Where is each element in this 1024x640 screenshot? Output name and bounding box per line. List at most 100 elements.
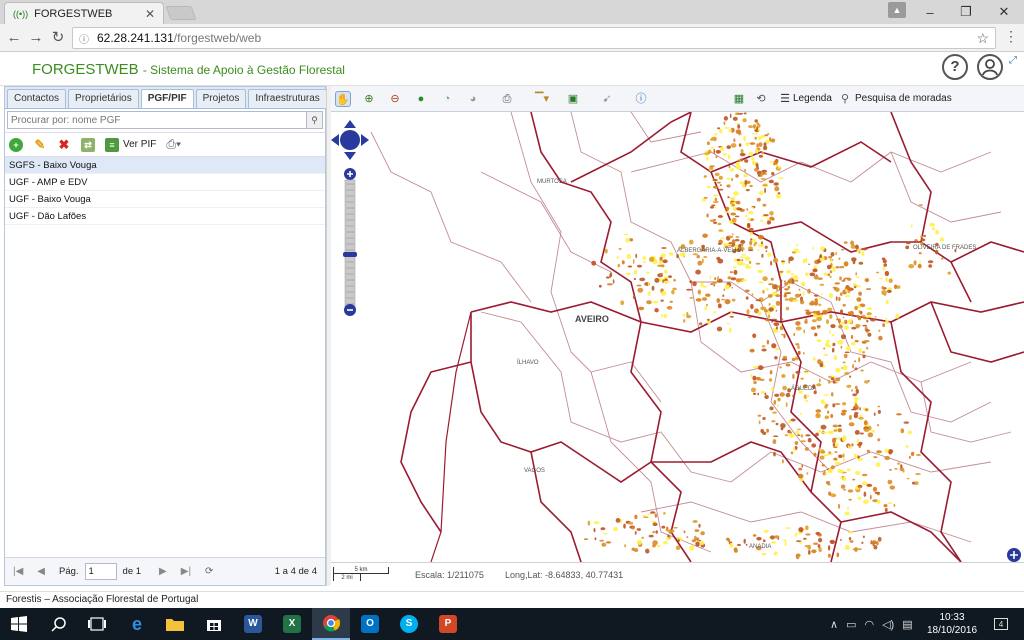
tab-proprietarios[interactable]: Proprietários bbox=[68, 89, 139, 108]
forward-icon[interactable]: → bbox=[26, 28, 46, 48]
pan-hand-icon[interactable]: ✋ bbox=[335, 91, 351, 107]
restore-icon[interactable]: ❐ bbox=[948, 0, 984, 24]
address-search-icon[interactable]: ⚲ bbox=[837, 91, 853, 107]
print-map-icon[interactable]: ⎙ bbox=[499, 91, 515, 107]
zoom-slider-handle[interactable] bbox=[343, 252, 357, 257]
excel-export-icon[interactable]: ▦ bbox=[731, 91, 747, 107]
forest-patch bbox=[758, 243, 765, 248]
outlook-icon[interactable]: O bbox=[351, 608, 389, 640]
excel-icon[interactable]: X bbox=[273, 608, 311, 640]
last-page-icon[interactable]: ▶| bbox=[181, 566, 191, 577]
tab-projetos[interactable]: Projetos bbox=[195, 89, 247, 108]
legend-button[interactable]: Legenda bbox=[793, 93, 832, 104]
forest-patch bbox=[748, 151, 754, 157]
legend-icon[interactable]: ☰ bbox=[777, 91, 793, 107]
zoom-out-icon[interactable]: ⊖ bbox=[387, 91, 403, 107]
bookmark-star-icon[interactable]: ☆ bbox=[976, 30, 989, 47]
forest-patch bbox=[661, 290, 667, 296]
pan-control-icon[interactable] bbox=[331, 120, 369, 160]
refresh-icon[interactable]: ⟳ bbox=[205, 566, 213, 577]
list-item[interactable]: UGF - Baixo Vouga bbox=[5, 191, 325, 208]
chrome-icon[interactable] bbox=[312, 608, 350, 640]
word-icon[interactable]: W bbox=[234, 608, 272, 640]
address-search-button[interactable]: Pesquisa de moradas bbox=[855, 93, 952, 104]
forest-patch bbox=[800, 281, 806, 287]
browser-tab[interactable]: ((•)) FORGESTWEB ✕ bbox=[4, 2, 164, 24]
wifi-icon[interactable]: ◠ bbox=[864, 618, 874, 631]
help-icon[interactable]: ? bbox=[942, 54, 968, 80]
skype-icon[interactable]: S bbox=[390, 608, 428, 640]
new-tab-button[interactable] bbox=[165, 6, 197, 20]
forest-patch bbox=[840, 321, 845, 325]
volume-icon[interactable]: ◁) bbox=[882, 618, 894, 631]
next-page-icon[interactable]: ▶ bbox=[159, 566, 167, 577]
add-icon[interactable]: + bbox=[9, 137, 23, 152]
forest-patch bbox=[866, 312, 872, 316]
tab-pgf-pif[interactable]: PGF/PIF bbox=[140, 89, 194, 108]
forest-patch bbox=[884, 455, 890, 461]
full-extent-icon[interactable]: ● bbox=[413, 91, 429, 107]
browser-menu-icon[interactable]: ⋮ bbox=[1004, 28, 1018, 45]
list-item[interactable]: SGFS - Baixo Vouga bbox=[5, 157, 325, 174]
zoom-in-button[interactable] bbox=[344, 168, 356, 180]
task-view-icon[interactable] bbox=[78, 608, 116, 640]
profile-icon[interactable]: ▲ bbox=[888, 2, 906, 18]
language-icon[interactable]: ▤ bbox=[902, 618, 912, 631]
taskbar-clock[interactable]: 10:33 18/10/2016 bbox=[926, 611, 978, 637]
zoom-slider-track[interactable] bbox=[344, 179, 356, 311]
link-icon[interactable]: ⇄ bbox=[81, 137, 95, 152]
zoom-out-button[interactable] bbox=[344, 304, 356, 316]
search-icon[interactable]: ⚲ bbox=[307, 111, 323, 129]
forest-patch bbox=[889, 485, 896, 490]
refresh-layers-icon[interactable]: ⟲ bbox=[753, 91, 769, 107]
zoom-control[interactable] bbox=[331, 120, 369, 316]
zoom-in-icon[interactable]: ⊕ bbox=[361, 91, 377, 107]
list-item[interactable]: UGF - AMP e EDV bbox=[5, 174, 325, 191]
file-explorer-icon[interactable] bbox=[156, 608, 194, 640]
back-icon[interactable]: ← bbox=[4, 28, 24, 48]
forest-patch bbox=[879, 277, 883, 280]
export-image-icon[interactable]: ▣ bbox=[565, 91, 581, 107]
select-pointer-icon[interactable]: ➹ bbox=[599, 91, 615, 107]
print-menu-icon[interactable]: ⎙▾ bbox=[166, 137, 181, 152]
info-icon[interactable]: ⓘ bbox=[633, 91, 649, 107]
ver-pif-button[interactable]: ≡ Ver PIF bbox=[105, 137, 156, 152]
minimize-icon[interactable]: – bbox=[912, 0, 948, 24]
page-number-input[interactable]: 1 bbox=[84, 563, 117, 580]
measure-menu-icon[interactable]: ▔▾ bbox=[531, 91, 553, 107]
windows-start-icon[interactable] bbox=[0, 608, 38, 640]
prev-page-icon[interactable]: ◀ bbox=[37, 566, 45, 577]
address-bar[interactable]: ⓘ 62.28.241.131 /forgestweb/web ☆ bbox=[72, 27, 996, 49]
forest-patch bbox=[774, 393, 780, 397]
first-page-icon[interactable]: |◀ bbox=[13, 566, 23, 577]
zoom-previous-icon[interactable]: ◔ bbox=[439, 91, 455, 107]
powerpoint-icon[interactable]: P bbox=[429, 608, 467, 640]
close-tab-icon[interactable]: ✕ bbox=[145, 7, 155, 21]
edge-browser-icon[interactable]: e bbox=[118, 608, 156, 640]
forest-patch bbox=[794, 356, 799, 361]
close-window-icon[interactable]: ✕ bbox=[986, 0, 1022, 24]
store-icon[interactable] bbox=[195, 608, 233, 640]
user-account-icon[interactable] bbox=[977, 54, 1003, 80]
tab-infraestruturas[interactable]: Infraestruturas bbox=[248, 89, 327, 108]
show-hidden-icons-icon[interactable]: ∧ bbox=[830, 618, 838, 631]
expand-icon[interactable]: ⤢ bbox=[1009, 55, 1017, 66]
delete-icon[interactable]: ✖ bbox=[57, 137, 71, 152]
forest-patch bbox=[731, 196, 736, 202]
add-layer-button[interactable] bbox=[1007, 548, 1021, 562]
map-canvas[interactable]: MURTOSA OLIVEIRA DE FRADES AVEIRO ÍLHAVO… bbox=[331, 112, 1024, 562]
list-item[interactable]: UGF - Dão Lafões bbox=[5, 208, 325, 225]
forest-patch bbox=[593, 528, 596, 533]
battery-icon[interactable]: ▭ bbox=[846, 618, 856, 631]
page-info-icon[interactable]: ⓘ bbox=[79, 31, 89, 46]
forest-patch bbox=[788, 256, 794, 261]
search-input[interactable] bbox=[7, 111, 307, 129]
action-center-icon[interactable]: 4 bbox=[994, 608, 1008, 640]
forest-patch bbox=[812, 247, 815, 250]
zoom-next-icon[interactable]: ◕ bbox=[465, 91, 481, 107]
reload-icon[interactable]: ↻ bbox=[48, 28, 68, 48]
forest-patch bbox=[817, 277, 823, 280]
edit-pencil-icon[interactable]: ✎ bbox=[33, 137, 47, 152]
search-icon[interactable] bbox=[40, 608, 78, 640]
tab-contactos[interactable]: Contactos bbox=[7, 89, 67, 108]
